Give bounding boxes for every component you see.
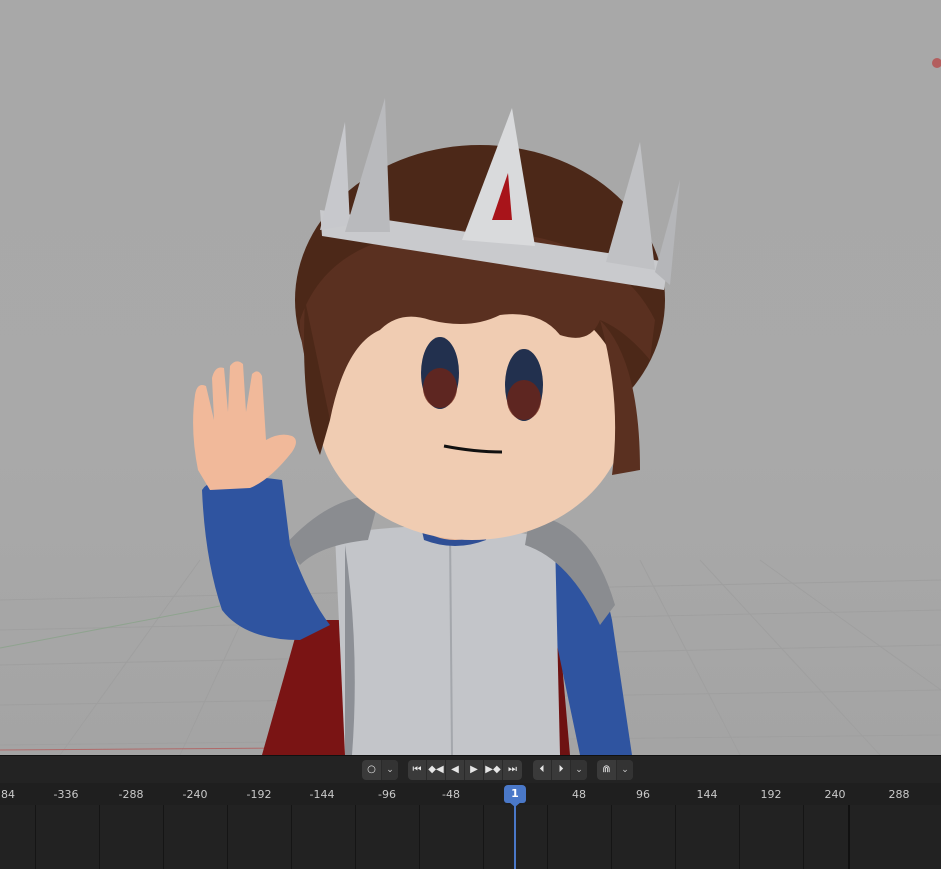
frame-ruler[interactable]: 84 -336 -288 -240 -192 -144 -96 -48 48 9… bbox=[0, 783, 941, 805]
play-reverse-icon[interactable]: ◀ bbox=[446, 760, 465, 780]
magnet-icon[interactable]: ⋒ bbox=[597, 760, 617, 780]
light-gizmo bbox=[932, 58, 941, 68]
ruler-tick: 240 bbox=[824, 788, 846, 801]
playhead-tip bbox=[509, 802, 521, 807]
playhead-line[interactable] bbox=[514, 806, 516, 869]
ruler-tick: 144 bbox=[696, 788, 718, 801]
chevron-down-icon[interactable]: ⌄ bbox=[382, 760, 398, 780]
ruler-tick: -240 bbox=[182, 788, 208, 801]
prev-keyframe-icon[interactable]: ◆◀ bbox=[427, 760, 446, 780]
timeline-editor: ○ ⌄ ⏮ ◆◀ ◀ ▶ ▶◆ ⏭ ⏴ ⏵ ⌄ ⋒ ⌄ 84 -336 -288… bbox=[0, 755, 941, 869]
ruler-tick: -48 bbox=[442, 788, 460, 801]
ruler-tick: 84 bbox=[1, 788, 15, 801]
play-icon[interactable]: ▶ bbox=[465, 760, 484, 780]
axis-line bbox=[0, 747, 301, 751]
jump-to-start-icon[interactable]: ⏮ bbox=[408, 760, 427, 780]
ruler-tick: -192 bbox=[246, 788, 272, 801]
playback-controls: ⏮ ◆◀ ◀ ▶ ▶◆ ⏭ bbox=[408, 760, 522, 780]
ruler-tick: 96 bbox=[636, 788, 650, 801]
character-render bbox=[0, 58, 941, 755]
jump-to-end-icon[interactable]: ⏭ bbox=[503, 760, 522, 780]
next-keyframe-icon[interactable]: ▶◆ bbox=[484, 760, 503, 780]
timeline-header: ○ ⌄ ⏮ ◆◀ ◀ ▶ ▶◆ ⏭ ⏴ ⏵ ⌄ ⋒ ⌄ bbox=[0, 756, 941, 783]
marker-controls: ⏴ ⏵ ⌄ bbox=[533, 760, 587, 780]
axis-line bbox=[0, 605, 221, 649]
ruler-tick: -288 bbox=[118, 788, 144, 801]
next-marker-icon[interactable]: ⏵ bbox=[552, 760, 571, 780]
ruler-tick: -144 bbox=[309, 788, 335, 801]
ruler-tick: 192 bbox=[760, 788, 782, 801]
keyframe-area[interactable] bbox=[0, 805, 941, 869]
prev-marker-icon[interactable]: ⏴ bbox=[533, 760, 552, 780]
keying-group: ○ ⌄ bbox=[362, 760, 398, 780]
ruler-tick: -336 bbox=[53, 788, 79, 801]
3d-viewport[interactable] bbox=[0, 0, 941, 755]
ruler-tick: -96 bbox=[378, 788, 396, 801]
chevron-down-icon[interactable]: ⌄ bbox=[617, 760, 633, 780]
ruler-tick: 48 bbox=[572, 788, 586, 801]
circle-icon[interactable]: ○ bbox=[362, 760, 382, 780]
current-frame-indicator[interactable]: 1 bbox=[504, 785, 526, 803]
ruler-tick: 288 bbox=[888, 788, 910, 801]
snap-controls: ⋒ ⌄ bbox=[597, 760, 633, 780]
chevron-down-icon[interactable]: ⌄ bbox=[571, 760, 587, 780]
